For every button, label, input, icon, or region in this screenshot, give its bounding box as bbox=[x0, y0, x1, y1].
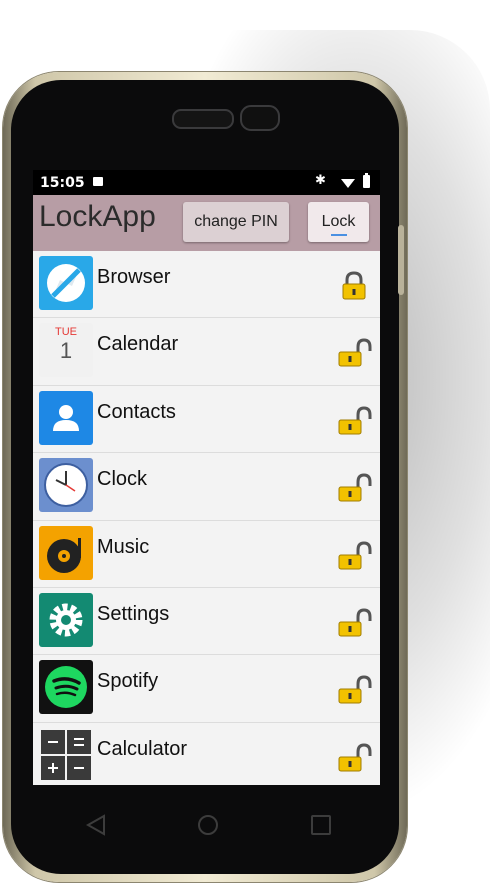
calendar-day: TUE bbox=[55, 326, 77, 339]
lock-button-indicator bbox=[331, 234, 347, 236]
change-pin-button[interactable]: change PIN bbox=[183, 202, 289, 242]
lock-open-icon[interactable] bbox=[338, 675, 372, 705]
app-name: Spotify bbox=[97, 670, 159, 693]
app-row-calculator[interactable]: Calculator bbox=[33, 722, 380, 785]
app-bar: LockApp change PIN Lock bbox=[33, 195, 380, 251]
lock-button[interactable]: Lock bbox=[308, 202, 369, 242]
app-row-spotify[interactable]: Spotify bbox=[33, 655, 380, 723]
calculator-icon bbox=[39, 727, 93, 782]
earpiece-speaker bbox=[172, 109, 234, 129]
back-icon[interactable] bbox=[85, 814, 107, 836]
app-row-settings[interactable]: Settings bbox=[33, 587, 380, 656]
recents-icon[interactable] bbox=[311, 815, 331, 835]
status-time: 15:05 bbox=[40, 175, 85, 191]
app-name: Music bbox=[97, 535, 150, 558]
app-name: Browser bbox=[97, 266, 171, 288]
app-row-clock[interactable]: Clock bbox=[33, 453, 380, 521]
lock-open-icon[interactable] bbox=[338, 473, 372, 503]
lock-open-icon[interactable] bbox=[338, 541, 372, 571]
app-name: Calendar bbox=[97, 333, 179, 356]
navigation-bar bbox=[33, 796, 380, 852]
lock-button-label: Lock bbox=[321, 213, 356, 230]
lock-open-icon[interactable] bbox=[338, 743, 372, 773]
clock-icon bbox=[39, 458, 93, 513]
app-name: Settings bbox=[97, 602, 170, 625]
settings-icon bbox=[39, 592, 93, 647]
image-notification-icon bbox=[93, 177, 103, 186]
app-list: Browser TUE 1 Calendar Contacts Clock Music Set… bbox=[33, 251, 380, 785]
app-row-music[interactable]: Music bbox=[33, 520, 380, 588]
screen: 15:05 ✱ LockApp change PIN Lock Browser T… bbox=[33, 170, 380, 785]
home-icon[interactable] bbox=[198, 815, 218, 835]
lock-open-icon[interactable] bbox=[338, 406, 372, 436]
front-camera bbox=[240, 105, 280, 131]
calendar-date: 1 bbox=[59, 338, 73, 364]
battery-icon bbox=[363, 173, 370, 188]
app-row-browser[interactable]: Browser bbox=[33, 251, 380, 319]
lock-closed-icon[interactable] bbox=[338, 271, 372, 301]
status-bar: 15:05 ✱ bbox=[33, 170, 380, 195]
app-row-contacts[interactable]: Contacts bbox=[33, 385, 380, 454]
contacts-icon bbox=[39, 390, 93, 445]
spotify-icon bbox=[39, 660, 93, 715]
app-name: Contacts bbox=[97, 400, 176, 423]
app-row-calendar[interactable]: TUE 1 Calendar bbox=[33, 318, 380, 386]
calendar-icon: TUE 1 bbox=[39, 323, 93, 378]
lock-open-icon[interactable] bbox=[338, 338, 372, 368]
side-button bbox=[398, 225, 404, 295]
app-name: Calculator bbox=[97, 737, 188, 760]
lock-open-icon[interactable] bbox=[338, 608, 372, 638]
app-title: LockApp bbox=[39, 200, 156, 233]
browser-icon bbox=[39, 256, 93, 310]
bluetooth-icon: ✱ bbox=[315, 173, 326, 188]
music-icon bbox=[39, 525, 93, 580]
app-name: Clock bbox=[97, 468, 148, 491]
wifi-icon bbox=[341, 179, 355, 188]
